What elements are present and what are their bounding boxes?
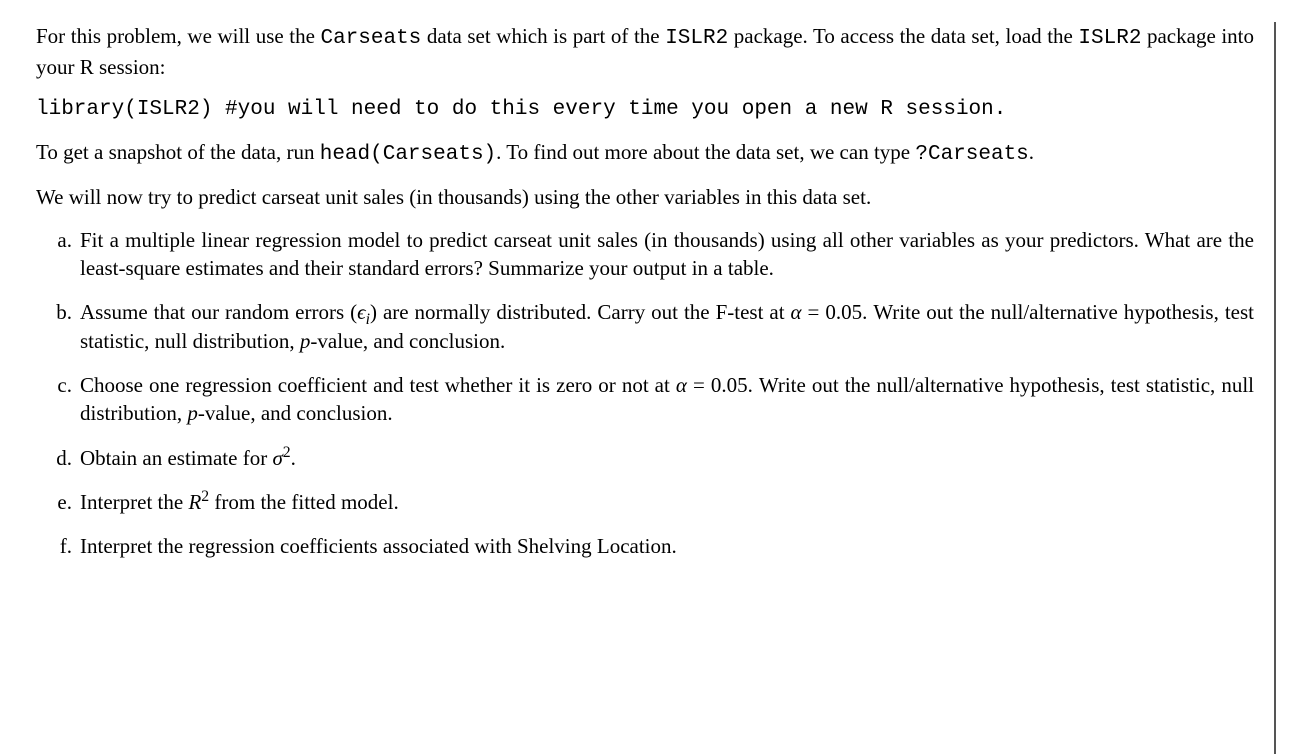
text-segment: -value, and conclusion.	[198, 401, 393, 425]
item-f: Interpret the regression coefficients as…	[80, 532, 1254, 560]
text-segment: Obtain an estimate for	[80, 446, 272, 470]
text-segment: -value, and conclusion.	[310, 329, 505, 353]
item-c: Choose one regression coefficient and te…	[80, 371, 1254, 428]
code-islr2: ISLR2	[665, 27, 728, 50]
item-f-text: Interpret the regression coefficients as…	[80, 534, 677, 558]
text-segment: ) are normally distributed. Carry out th…	[370, 300, 791, 324]
page-inner: For this problem, we will use the Carsea…	[36, 22, 1276, 754]
page-container: For this problem, we will use the Carsea…	[0, 0, 1312, 754]
text-segment: For this problem, we will use the	[36, 24, 320, 48]
code-head: head(Carseats)	[320, 143, 496, 166]
intro-paragraph-3: We will now try to predict carseat unit …	[36, 183, 1254, 211]
math-alpha: α	[676, 373, 687, 397]
item-a: Fit a multiple linear regression model t…	[80, 226, 1254, 283]
math-alpha: α	[791, 300, 802, 324]
text-segment: To get a snapshot of the data, run	[36, 140, 320, 164]
math-p: p	[300, 329, 311, 353]
code-carseats: Carseats	[320, 27, 421, 50]
math-sigma: σ	[272, 446, 282, 470]
text-segment: Interpret the	[80, 490, 188, 514]
question-list: Fit a multiple linear regression model t…	[36, 226, 1254, 561]
math-sup-2: 2	[201, 488, 209, 505]
item-a-text: Fit a multiple linear regression model t…	[80, 228, 1254, 280]
intro-paragraph-1: For this problem, we will use the Carsea…	[36, 22, 1254, 82]
math-sup-2: 2	[283, 444, 291, 461]
text-segment: . To find out more about the data set, w…	[496, 140, 915, 164]
text-segment: data set which is part of the	[421, 24, 665, 48]
math-epsilon: ϵ	[357, 300, 365, 324]
text-segment: Choose one regression coefficient and te…	[80, 373, 676, 397]
code-qcarseats: ?Carseats	[915, 143, 1028, 166]
item-d: Obtain an estimate for σ2.	[80, 444, 1254, 472]
code-islr2-2: ISLR2	[1078, 27, 1141, 50]
math-R: R	[188, 490, 201, 514]
text-segment: package. To access the data set, load th…	[728, 24, 1078, 48]
text-segment: from the fitted model.	[209, 490, 399, 514]
item-e: Interpret the R2 from the fitted model.	[80, 488, 1254, 516]
intro-paragraph-2: To get a snapshot of the data, run head(…	[36, 138, 1254, 169]
text-segment: .	[291, 446, 296, 470]
text-segment: .	[1029, 140, 1034, 164]
text-segment: Assume that our random errors (	[80, 300, 357, 324]
math-p: p	[187, 401, 198, 425]
code-line: library(ISLR2) #you will need to do this…	[36, 96, 1254, 124]
item-b: Assume that our random errors (ϵi) are n…	[80, 298, 1254, 355]
